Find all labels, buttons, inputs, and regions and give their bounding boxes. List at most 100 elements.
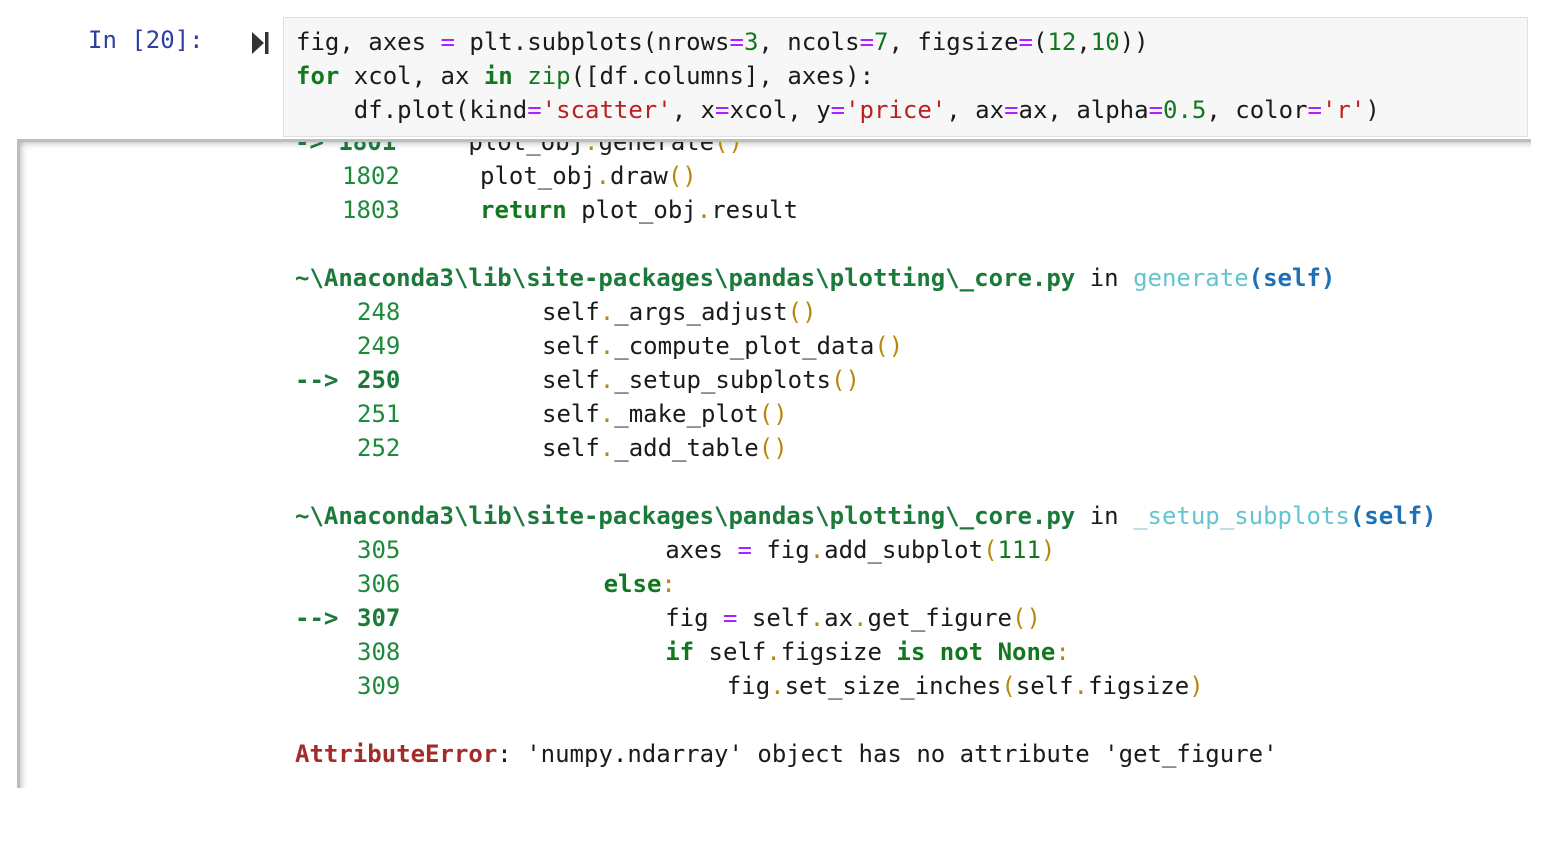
code-token: = [722, 604, 738, 632]
in-word: in [1075, 502, 1134, 530]
code-token: ) [1365, 96, 1380, 124]
error-type: AttributeError [295, 740, 498, 768]
file-path-text: ~\Anaconda3\lib\site-packages\pandas\plo… [295, 502, 1076, 530]
code-token: : [1055, 638, 1070, 666]
code-token: figsize [780, 638, 897, 666]
code-token: , figsize [888, 28, 1019, 56]
code-token: _add_table [614, 434, 759, 462]
code-token: . [853, 604, 868, 632]
run-cell-icon[interactable] [250, 30, 270, 56]
traceback-line-number: 307 [357, 604, 401, 632]
code-token: = [729, 28, 744, 56]
in-word: in [1075, 264, 1134, 292]
code-token: . [809, 536, 825, 564]
code-token: . [599, 434, 615, 462]
code-token: = [1018, 28, 1033, 56]
code-token: self [1015, 672, 1074, 700]
traceback-line-number: 1802 [342, 162, 400, 190]
traceback-code-line: fig = self.ax.get_figure() [665, 604, 1041, 632]
code-token: ( [1032, 28, 1048, 56]
code-token: fig [751, 536, 810, 564]
code-token: self [542, 400, 600, 428]
cell-prompt: In [20]: [88, 26, 204, 54]
code-token: plot_obj [480, 162, 596, 190]
traceback-code-line: self._args_adjust() [542, 298, 817, 326]
traceback-line-number: 305 [357, 536, 401, 564]
code-token: ) [1040, 536, 1056, 564]
code-token: ([df.columns], axes): [570, 62, 875, 90]
code-token: _setup_subplots [614, 366, 831, 394]
code-token: xcol, ax [339, 62, 484, 90]
traceback-line-number: 309 [357, 672, 401, 700]
code-token: = [737, 536, 752, 564]
code-token: = [1307, 96, 1322, 124]
file-path-text: ~\Anaconda3\lib\site-packages\pandas\plo… [295, 264, 1076, 292]
traceback-line-number: 250 [357, 366, 401, 394]
code-token: , [1076, 28, 1091, 56]
code-token: return [480, 196, 567, 224]
code-token: 0.5 [1163, 96, 1207, 124]
code-token: . [599, 366, 615, 394]
code-token: for [296, 62, 340, 90]
traceback-line-number: 306 [357, 570, 401, 598]
code-token: axes [665, 536, 738, 564]
code-token: ( [1001, 672, 1016, 700]
code-token: fig [726, 672, 771, 700]
code-token: . [770, 672, 785, 700]
traceback-line-number: 1803 [342, 196, 400, 224]
traceback-line-number: 251 [357, 400, 401, 428]
code-line-3: df.plot(kind='scatter', x=xcol, y='price… [296, 96, 1380, 124]
traceback-file-path: ~\Anaconda3\lib\site-packages\pandas\plo… [295, 264, 1335, 292]
code-token: draw [610, 162, 668, 190]
code-token: plot_obj [566, 196, 697, 224]
code-token: . [766, 638, 781, 666]
code-line-2: for xcol, ax in zip([df.columns], axes): [296, 62, 874, 90]
code-token: . [599, 400, 615, 428]
traceback-arrow: --> [295, 604, 339, 632]
code-token: () [831, 366, 860, 394]
code-token: = [527, 96, 542, 124]
code-token: 'scatter' [541, 96, 672, 124]
code-token: self [542, 434, 600, 462]
code-token: in [483, 62, 513, 90]
code-token: = [1004, 96, 1019, 124]
code-token: get_figure [867, 604, 1013, 632]
code-token: not [939, 638, 984, 666]
code-token: () [667, 162, 697, 190]
code-token: ax, alpha [1018, 96, 1149, 124]
traceback-code-line: if self.figsize is not None: [665, 638, 1070, 666]
function-args: (self) [1248, 264, 1336, 292]
code-token: . [584, 139, 599, 156]
code-token: 12 [1047, 28, 1077, 56]
traceback-file-path: ~\Anaconda3\lib\site-packages\pandas\plo… [295, 502, 1437, 530]
code-token: 3 [743, 28, 759, 56]
code-token: = [440, 28, 455, 56]
code-input-cell[interactable]: fig, axes = plt.subplots(nrows=3, ncols=… [283, 17, 1528, 137]
code-token: fig [665, 604, 723, 632]
code-token: plot_obj [396, 139, 584, 156]
code-token: xcol, y [729, 96, 831, 124]
code-token: = [1148, 96, 1164, 124]
code-token: -> 1801 [295, 139, 397, 156]
traceback-code-line: self._setup_subplots() [542, 366, 860, 394]
traceback-arrow: --> [295, 366, 339, 394]
code-token: fig, axes [296, 28, 441, 56]
code-token: . [595, 162, 611, 190]
code-token: ax [824, 604, 854, 632]
code-token: else [603, 570, 662, 598]
code-token: zip [527, 62, 571, 90]
code-token: is [896, 638, 926, 666]
code-token: , ax [946, 96, 1005, 124]
code-token: result [711, 196, 798, 224]
code-token: _make_plot [614, 400, 759, 428]
code-token: = [859, 28, 875, 56]
code-token: df.plot(kind [296, 96, 528, 124]
code-token: () [714, 139, 743, 156]
code-token: , color [1206, 96, 1308, 124]
code-token: None [997, 638, 1056, 666]
code-token: generate [598, 139, 715, 156]
error-text: : 'numpy.ndarray' object has no attribut… [497, 740, 1278, 768]
code-token: = [715, 96, 730, 124]
